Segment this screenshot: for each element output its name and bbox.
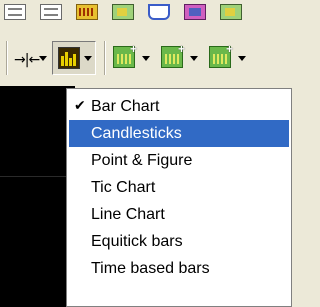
pink-chart-icon[interactable] bbox=[184, 4, 206, 20]
lines-icon[interactable] bbox=[40, 4, 62, 20]
add-study-button[interactable]: + bbox=[112, 41, 156, 75]
chevron-down-icon[interactable] bbox=[190, 56, 198, 61]
chevron-down-icon[interactable] bbox=[84, 56, 92, 61]
toolbar-separator bbox=[104, 41, 106, 75]
menu-item-tic-chart[interactable]: Tic Chart bbox=[69, 174, 289, 201]
add-chart-icon: + bbox=[161, 42, 185, 68]
chart-toolbar: →|← + + + bbox=[0, 36, 292, 86]
menu-item-bar-chart[interactable]: ✔ Bar Chart bbox=[69, 93, 289, 120]
app-window: →|← + + + ✔ Bar Chart Candlesticks Point… bbox=[0, 0, 292, 307]
checkmark-icon: ✔ bbox=[74, 98, 86, 114]
menu-item-time-based-bars[interactable]: Time based bars bbox=[69, 255, 289, 282]
add-chart-icon: + bbox=[209, 42, 233, 68]
menu-item-equitick-bars[interactable]: Equitick bars bbox=[69, 228, 289, 255]
green-chart-icon[interactable] bbox=[112, 4, 134, 20]
add-study-button[interactable]: + bbox=[160, 41, 204, 75]
bar-chart-icon bbox=[58, 47, 80, 69]
add-study-button[interactable]: + bbox=[208, 41, 252, 75]
add-chart-icon: + bbox=[113, 42, 137, 68]
chart-canvas[interactable] bbox=[0, 86, 75, 307]
menu-item-candlesticks[interactable]: Candlesticks bbox=[69, 120, 289, 147]
chevron-down-icon[interactable] bbox=[142, 56, 150, 61]
lines-icon[interactable] bbox=[4, 4, 26, 20]
chevron-down-icon[interactable] bbox=[238, 56, 246, 61]
chart-type-button[interactable] bbox=[52, 41, 96, 75]
zoom-button[interactable]: →|← bbox=[12, 41, 48, 75]
grid-line bbox=[0, 176, 75, 177]
chevron-down-icon[interactable] bbox=[39, 56, 47, 61]
chart-icon[interactable] bbox=[220, 4, 242, 20]
toolbar-separator bbox=[6, 41, 8, 75]
menu-item-point-figure[interactable]: Point & Figure bbox=[69, 147, 289, 174]
menu-item-line-chart[interactable]: Line Chart bbox=[69, 201, 289, 228]
blue-chart-icon[interactable] bbox=[148, 4, 170, 20]
chart-type-menu: ✔ Bar Chart Candlesticks Point & Figure … bbox=[66, 88, 292, 307]
zoom-arrows-icon: →|← bbox=[14, 52, 40, 68]
gold-chart-icon[interactable] bbox=[76, 4, 98, 20]
top-toolbar bbox=[0, 0, 292, 30]
